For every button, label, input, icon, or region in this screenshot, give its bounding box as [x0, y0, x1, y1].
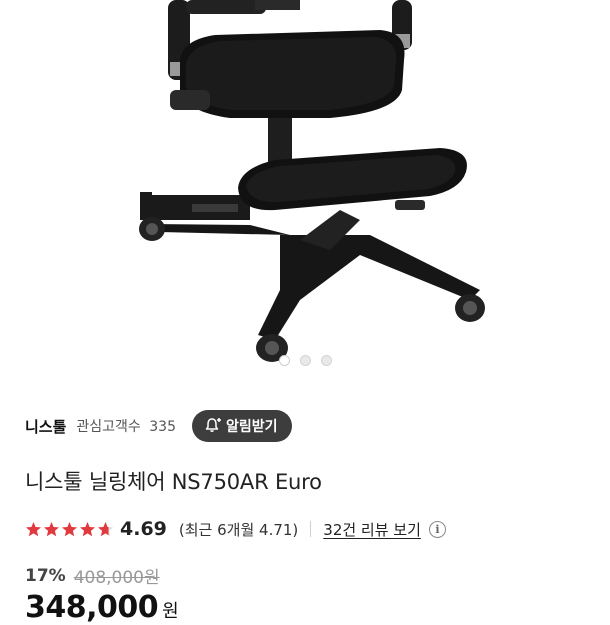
review-link[interactable]: 32건 리뷰 보기 — [323, 519, 421, 540]
star-rating — [25, 521, 114, 538]
sale-price-row: 348,000 원 — [25, 590, 179, 625]
gallery-dot-3[interactable] — [320, 355, 332, 366]
original-price: 408,000원 — [73, 568, 160, 588]
product-title: 니스툴 닐링체어 NS750AR Euro — [25, 470, 322, 494]
interest-label: 관심고객수 — [76, 419, 141, 435]
divider — [310, 521, 312, 537]
gallery-dot-2[interactable] — [299, 355, 311, 366]
interest-count: 335 — [149, 419, 176, 435]
brand-row: 니스툴 관심고객수 335 알림받기 — [25, 410, 585, 442]
discount-rate: 17% — [25, 565, 66, 586]
rating-row: 4.69 (최근 6개월 4.71) 32건 리뷰 보기 i — [25, 515, 585, 543]
rating-recent: (최근 6개월 4.71) — [178, 520, 299, 539]
star-icon — [98, 521, 113, 536]
star-icon — [80, 521, 95, 536]
product-image — [139, 0, 485, 362]
interest-customers: 관심고객수 335 — [76, 416, 176, 436]
discount-row: 17% 408,000원 — [25, 563, 160, 589]
notify-label: 알림받기 — [226, 419, 278, 435]
gallery-pagination — [0, 355, 610, 366]
brand-name[interactable]: 니스툴 — [25, 416, 66, 437]
bell-plus-icon — [205, 418, 221, 432]
gallery-dot-1[interactable] — [278, 355, 290, 366]
sale-price: 348,000 — [25, 590, 159, 625]
product-image-gallery[interactable] — [0, 0, 610, 390]
star-icon — [26, 521, 41, 536]
price-unit: 원 — [162, 601, 179, 622]
rating-score: 4.69 — [120, 518, 167, 540]
notify-button[interactable]: 알림받기 — [192, 410, 292, 442]
info-icon[interactable]: i — [428, 520, 446, 538]
star-icon — [62, 521, 77, 536]
star-icon — [44, 521, 59, 536]
